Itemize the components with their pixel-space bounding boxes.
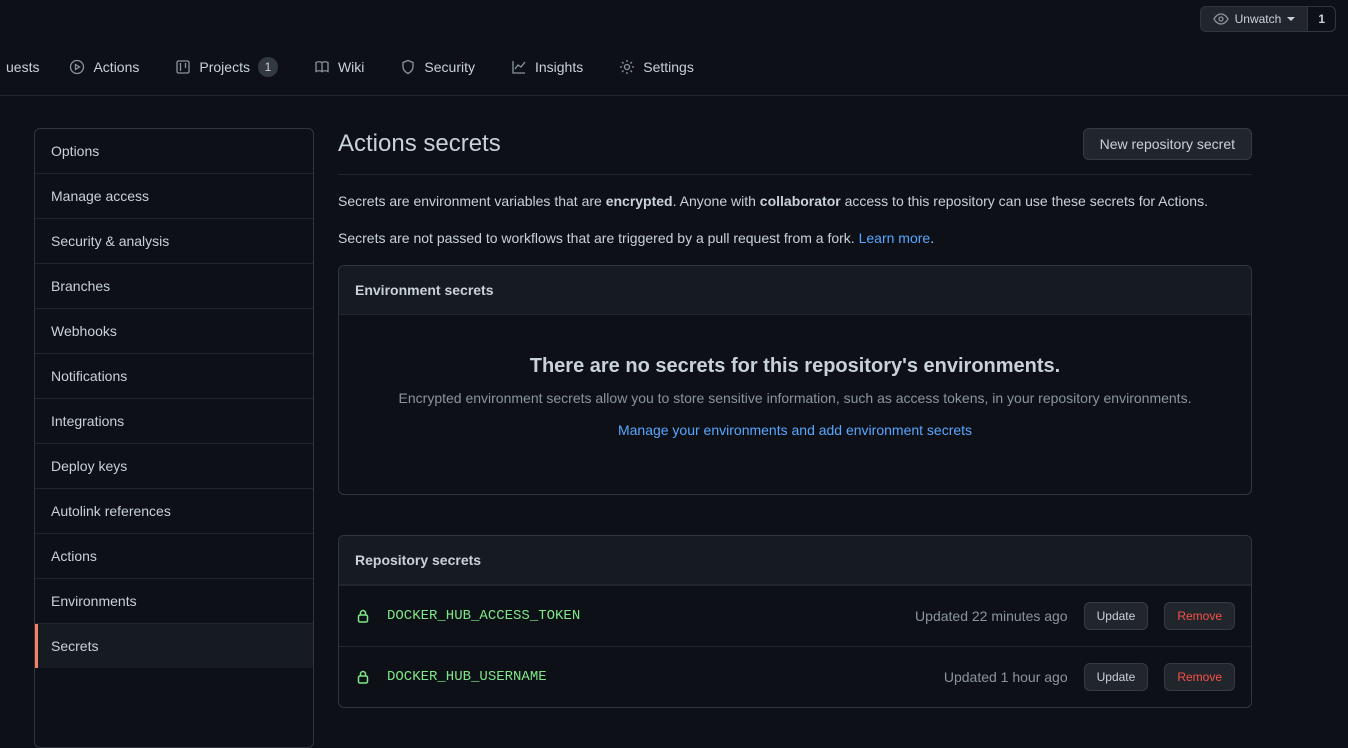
sidebar-item-autolink[interactable]: Autolink references <box>35 489 313 534</box>
manage-environments-link[interactable]: Manage your environments and add environ… <box>618 422 972 438</box>
unwatch-label: Unwatch <box>1235 12 1282 26</box>
projects-count: 1 <box>258 57 278 77</box>
tab-wiki[interactable]: Wiki <box>298 51 380 83</box>
caret-down-icon <box>1287 17 1295 21</box>
sidebar-item-deploy-keys[interactable]: Deploy keys <box>35 444 313 489</box>
sidebar-item-environments[interactable]: Environments <box>35 579 313 624</box>
new-secret-button[interactable]: New repository secret <box>1083 128 1252 160</box>
tab-label: Projects <box>199 59 250 75</box>
sidebar-item-branches[interactable]: Branches <box>35 264 313 309</box>
lock-icon <box>355 608 371 624</box>
tab-security[interactable]: Security <box>384 51 491 83</box>
tab-actions[interactable]: Actions <box>53 51 155 83</box>
env-empty-desc: Encrypted environment secrets allow you … <box>371 390 1219 406</box>
environment-secrets-box: Environment secrets There are no secrets… <box>338 265 1252 495</box>
gear-icon <box>619 59 635 75</box>
tab-settings[interactable]: Settings <box>603 51 710 83</box>
book-icon <box>314 59 330 75</box>
tab-label: Settings <box>643 59 694 75</box>
env-secrets-header: Environment secrets <box>339 266 1251 315</box>
secret-updated: Updated 1 hour ago <box>944 669 1068 685</box>
sidebar-item-manage-access[interactable]: Manage access <box>35 174 313 219</box>
sidebar-item-actions[interactable]: Actions <box>35 534 313 579</box>
remove-secret-button[interactable]: Remove <box>1164 663 1235 691</box>
sidebar-item-security-analysis[interactable]: Security & analysis <box>35 219 313 264</box>
secret-name: DOCKER_HUB_USERNAME <box>387 669 547 685</box>
tab-projects[interactable]: Projects 1 <box>159 49 294 85</box>
sidebar-item-webhooks[interactable]: Webhooks <box>35 309 313 354</box>
sidebar-item-options[interactable]: Options <box>35 129 313 174</box>
watch-count[interactable]: 1 <box>1307 6 1336 32</box>
shield-icon <box>400 59 416 75</box>
remove-secret-button[interactable]: Remove <box>1164 602 1235 630</box>
update-secret-button[interactable]: Update <box>1084 663 1149 691</box>
sidebar-item-notifications[interactable]: Notifications <box>35 354 313 399</box>
update-secret-button[interactable]: Update <box>1084 602 1149 630</box>
page-title: Actions secrets <box>338 130 501 158</box>
graph-icon <box>511 59 527 75</box>
lock-icon <box>355 669 371 685</box>
unwatch-button[interactable]: Unwatch <box>1200 6 1308 32</box>
play-icon <box>69 59 85 75</box>
env-empty-heading: There are no secrets for this repository… <box>371 355 1219 378</box>
repo-secrets-header: Repository secrets <box>339 536 1251 585</box>
settings-sidebar: Options Manage access Security & analysi… <box>34 128 314 748</box>
secret-row: DOCKER_HUB_ACCESS_TOKEN Updated 22 minut… <box>339 585 1251 646</box>
sidebar-item-secrets[interactable]: Secrets <box>35 624 313 668</box>
tab-label: Insights <box>535 59 583 75</box>
watch-button-group: Unwatch 1 <box>1200 6 1336 32</box>
tab-insights[interactable]: Insights <box>495 51 599 83</box>
tab-label: Actions <box>93 59 139 75</box>
repository-secrets-box: Repository secrets DOCKER_HUB_ACCESS_TOK… <box>338 535 1252 708</box>
secrets-description-1: Secrets are environment variables that a… <box>338 191 1252 212</box>
secret-row: DOCKER_HUB_USERNAME Updated 1 hour ago U… <box>339 646 1251 707</box>
secret-name: DOCKER_HUB_ACCESS_TOKEN <box>387 608 580 624</box>
tab-label: Security <box>424 59 475 75</box>
sidebar-item-integrations[interactable]: Integrations <box>35 399 313 444</box>
tab-label: Wiki <box>338 59 364 75</box>
tab-pull-requests-partial[interactable]: uests <box>0 51 49 83</box>
eye-icon <box>1213 11 1229 27</box>
project-icon <box>175 59 191 75</box>
secrets-description-2: Secrets are not passed to workflows that… <box>338 228 1252 249</box>
repo-tabs: uests Actions Projects 1 Wiki Security I… <box>0 38 1348 96</box>
secret-updated: Updated 22 minutes ago <box>915 608 1068 624</box>
learn-more-link[interactable]: Learn more <box>859 230 931 246</box>
